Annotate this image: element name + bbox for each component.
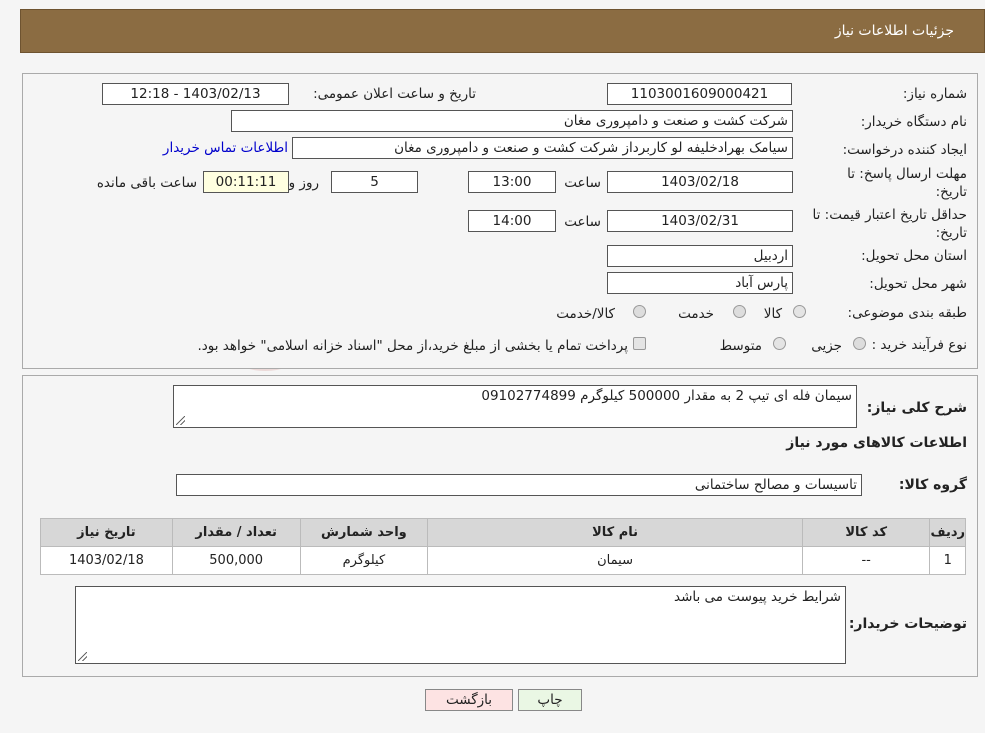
price-validity-label: حداقل تاریخ اعتبار قیمت: تا <box>812 207 967 223</box>
print-button[interactable]: چاپ <box>518 689 582 711</box>
page-title: جزئیات اطلاعات نیاز <box>834 23 954 39</box>
goods-table: ردیف کد کالا نام کالا واحد شمارش تعداد /… <box>40 518 966 575</box>
days-label: روز و <box>288 175 319 191</box>
delivery-city-field: پارس آباد <box>607 272 793 294</box>
cell-need-date: 1403/02/18 <box>40 546 173 575</box>
category-service-label: خدمت <box>678 306 714 322</box>
category-service-radio[interactable] <box>733 305 746 318</box>
need-summary-label: شرح کلی نیاز: <box>866 400 967 416</box>
col-name: نام کالا <box>427 518 803 547</box>
category-goods-radio[interactable] <box>793 305 806 318</box>
col-quantity: تعداد / مقدار <box>171 518 301 547</box>
price-validity-label-date: تاریخ: <box>935 225 967 241</box>
deadline-label: مهلت ارسال پاسخ: تا <box>847 166 967 182</box>
process-minor-radio[interactable] <box>853 337 866 350</box>
buyer-notes-label: توضیحات خریدار: <box>848 616 967 632</box>
process-medium-radio[interactable] <box>773 337 786 350</box>
resize-handle-icon[interactable] <box>176 416 185 425</box>
category-goods-service-label: کالا/خدمت <box>556 306 615 322</box>
need-number-field: 1103001609000421 <box>607 83 792 105</box>
deadline-date-field: 1403/02/18 <box>607 171 793 193</box>
price-validity-time-field: 14:00 <box>468 210 556 232</box>
delivery-province-field: اردبیل <box>607 245 793 267</box>
col-need-date: تاریخ نیاز <box>40 518 173 547</box>
buyer-org-field: شرکت کشت و صنعت و دامپروری مغان <box>231 110 793 132</box>
page-header: جزئیات اطلاعات نیاز <box>20 9 985 53</box>
need-summary-textarea[interactable]: سیمان فله ای تیپ 2 به مقدار 500000 کیلوگ… <box>173 385 857 428</box>
delivery-province-label: استان محل تحویل: <box>861 248 967 264</box>
cell-name: سیمان <box>427 546 803 575</box>
goods-table-header: ردیف کد کالا نام کالا واحد شمارش تعداد /… <box>40 518 966 547</box>
col-code: کد کالا <box>801 518 931 547</box>
buyer-org-label: نام دستگاه خریدار: <box>860 114 967 130</box>
category-goods-service-radio[interactable] <box>633 305 646 318</box>
category-label: طبقه بندی موضوعی: <box>847 305 967 321</box>
price-validity-date-field: 1403/02/31 <box>607 210 793 232</box>
deadline-label-date: تاریخ: <box>935 184 967 200</box>
goods-group-label: گروه کالا: <box>898 477 967 493</box>
need-number-label: شماره نیاز: <box>902 86 967 102</box>
cell-code: -- <box>801 546 931 575</box>
table-row: 1 -- سیمان کیلوگرم 500,000 1403/02/18 <box>40 546 966 575</box>
treasury-payment-checkbox[interactable] <box>633 337 646 350</box>
resize-handle-icon[interactable] <box>78 652 87 661</box>
purchase-process-label: نوع فرآیند خرید : <box>871 337 967 353</box>
process-medium-label: متوسط <box>719 338 762 354</box>
col-row: ردیف <box>929 518 966 547</box>
announce-date-label: تاریخ و ساعت اعلان عمومی: <box>313 86 476 102</box>
creator-label: ایجاد کننده درخواست: <box>842 142 967 158</box>
deadline-time-field: 13:00 <box>468 171 556 193</box>
price-validity-time-label: ساعت <box>564 214 601 230</box>
delivery-city-label: شهر محل تحویل: <box>869 276 967 292</box>
back-button[interactable]: بازگشت <box>425 689 513 711</box>
cell-unit: کیلوگرم <box>299 546 429 575</box>
remaining-time-label: ساعت باقی مانده <box>96 175 197 191</box>
cell-row: 1 <box>929 546 966 575</box>
category-goods-label: کالا <box>763 306 782 322</box>
buyer-notes-textarea[interactable]: شرایط خرید پیوست می باشد <box>75 586 846 664</box>
treasury-payment-note: پرداخت تمام یا بخشی از مبلغ خرید،از محل … <box>197 338 628 354</box>
remaining-days-field: 5 <box>331 171 418 193</box>
goods-group-field: تاسیسات و مصالح ساختمانی <box>176 474 862 496</box>
buyer-contact-link[interactable]: اطلاعات تماس خریدار <box>163 140 288 156</box>
col-unit: واحد شمارش <box>299 518 429 547</box>
creator-field: سیامک بهرادخلیفه لو کاربرداز شرکت کشت و … <box>292 137 793 159</box>
goods-info-heading: اطلاعات کالاهای مورد نیاز <box>786 435 967 451</box>
remaining-time-field: 00:11:11 <box>203 171 289 193</box>
process-minor-label: جزیی <box>811 338 842 354</box>
deadline-time-label: ساعت <box>564 175 601 191</box>
announce-date-field: 1403/02/13 - 12:18 <box>102 83 289 105</box>
cell-quantity: 500,000 <box>171 546 301 575</box>
